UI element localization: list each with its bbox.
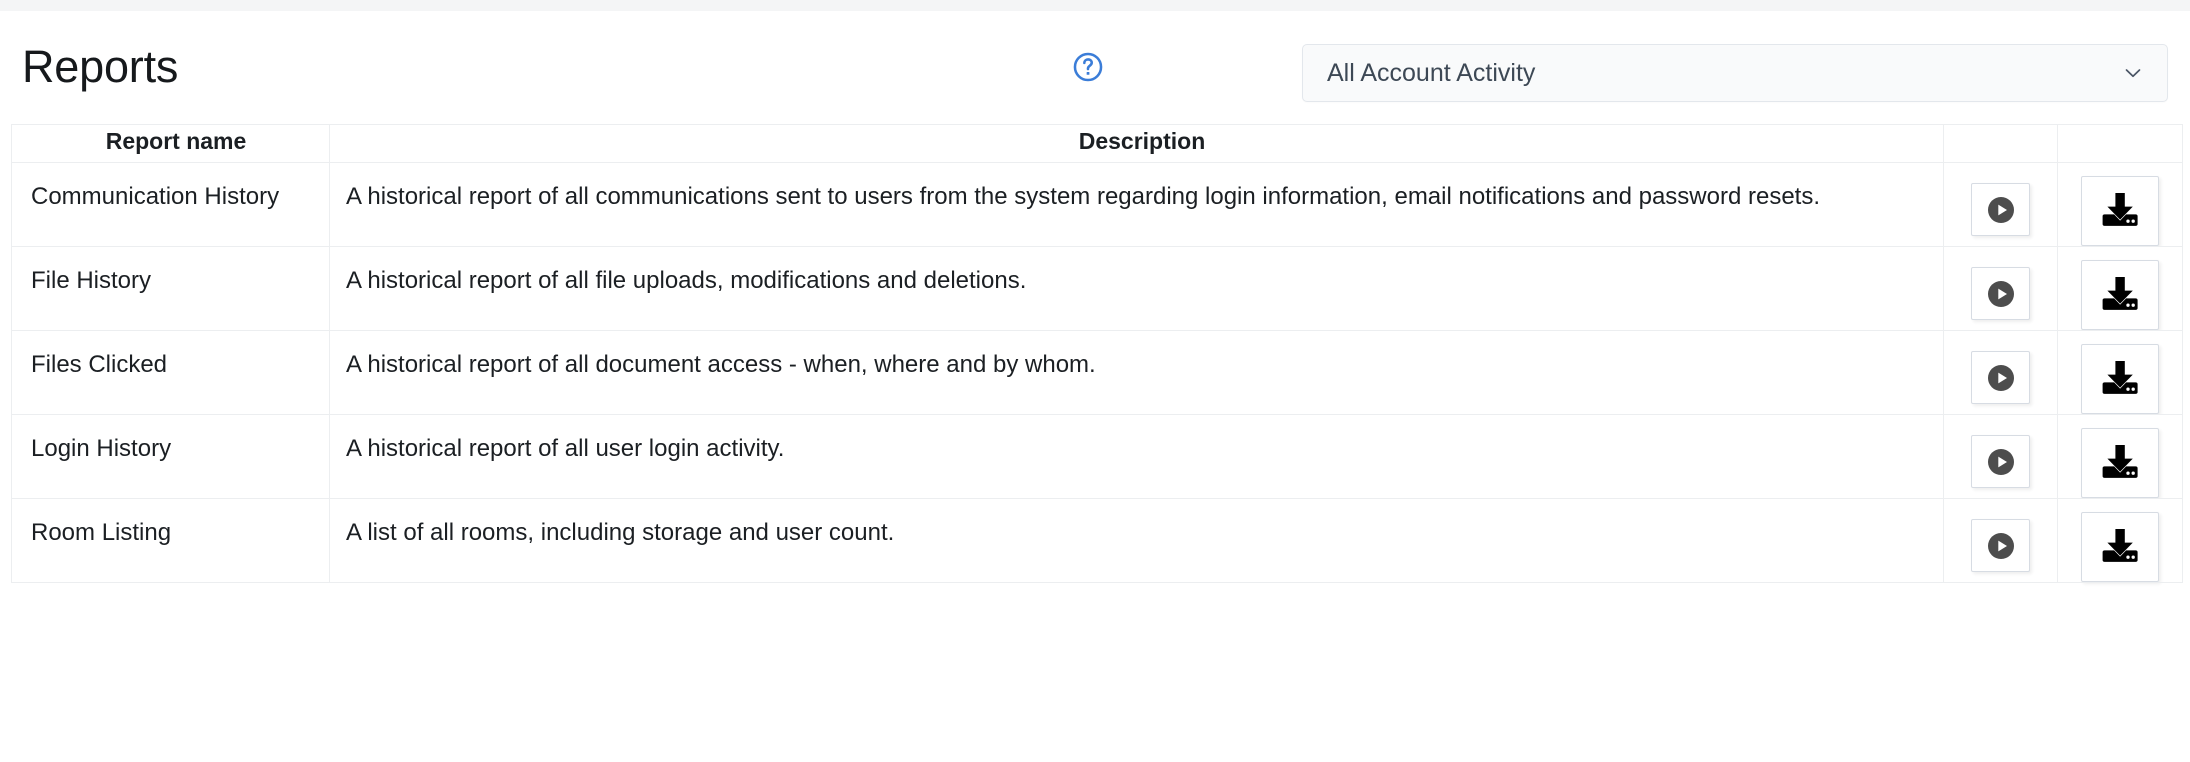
report-name-text: Login History xyxy=(31,435,172,462)
cell-download-action xyxy=(2057,414,2183,499)
report-description-text: A historical report of all user login ac… xyxy=(346,435,785,462)
play-circle-icon xyxy=(1985,194,2017,226)
download-tray-icon xyxy=(2097,274,2143,316)
table-header-row: Report name Description xyxy=(11,124,2183,163)
table-body: Communication History A historical repor… xyxy=(11,162,2183,583)
cell-run-action xyxy=(1943,162,2058,247)
run-report-button[interactable] xyxy=(1971,435,2030,488)
download-report-button[interactable] xyxy=(2081,176,2159,246)
cell-report-name: Login History xyxy=(11,414,330,499)
run-report-button[interactable] xyxy=(1971,519,2030,572)
column-header-report-name: Report name xyxy=(11,124,330,163)
cell-run-action xyxy=(1943,498,2058,583)
download-tray-icon xyxy=(2097,526,2143,568)
cell-report-name: Files Clicked xyxy=(11,330,330,415)
download-report-button[interactable] xyxy=(2081,344,2159,414)
run-report-button[interactable] xyxy=(1971,267,2030,320)
report-name-text: File History xyxy=(31,267,152,294)
cell-description: A list of all rooms, including storage a… xyxy=(329,498,1944,583)
table-row: Communication History A historical repor… xyxy=(11,162,2183,247)
table-header: Report name Description xyxy=(11,124,2183,163)
report-description-text: A historical report of all document acce… xyxy=(346,351,1096,378)
download-report-button[interactable] xyxy=(2081,512,2159,582)
help-circle-icon xyxy=(1071,50,1105,84)
cell-description: A historical report of all communication… xyxy=(329,162,1944,247)
cell-run-action xyxy=(1943,246,2058,331)
table-row: Room Listing A list of all rooms, includ… xyxy=(11,498,2183,583)
column-header-download xyxy=(2057,124,2183,163)
cell-run-action xyxy=(1943,414,2058,499)
cell-description: A historical report of all document acce… xyxy=(329,330,1944,415)
account-activity-select[interactable]: All Account Activity xyxy=(1302,44,2168,102)
cell-download-action xyxy=(2057,162,2183,247)
page-header: Reports All Account Activity xyxy=(0,11,2190,124)
cell-download-action xyxy=(2057,246,2183,331)
download-tray-icon xyxy=(2097,190,2143,232)
play-circle-icon xyxy=(1985,278,2017,310)
play-circle-icon xyxy=(1985,530,2017,562)
download-report-button[interactable] xyxy=(2081,428,2159,498)
table-row: Files Clicked A historical report of all… xyxy=(11,330,2183,415)
top-strip xyxy=(0,0,2190,11)
report-description-text: A historical report of all file uploads,… xyxy=(346,267,1027,294)
report-name-text: Room Listing xyxy=(31,519,172,546)
account-activity-selected-value: All Account Activity xyxy=(1327,58,1536,87)
cell-report-name: Room Listing xyxy=(11,498,330,583)
column-header-run xyxy=(1943,124,2058,163)
help-button[interactable] xyxy=(1069,48,1107,86)
play-circle-icon xyxy=(1985,446,2017,478)
cell-description: A historical report of all user login ac… xyxy=(329,414,1944,499)
cell-report-name: Communication History xyxy=(11,162,330,247)
download-report-button[interactable] xyxy=(2081,260,2159,330)
column-header-description: Description xyxy=(329,124,1944,163)
reports-table: Report name Description Communication Hi… xyxy=(11,124,2183,583)
page-title: Reports xyxy=(22,41,179,92)
report-name-text: Files Clicked xyxy=(31,351,168,378)
table-row: Login History A historical report of all… xyxy=(11,414,2183,499)
reports-page: Reports All Account Activity Report name… xyxy=(0,0,2190,762)
cell-run-action xyxy=(1943,330,2058,415)
cell-download-action xyxy=(2057,330,2183,415)
run-report-button[interactable] xyxy=(1971,183,2030,236)
report-description-text: A historical report of all communication… xyxy=(346,183,1821,210)
download-tray-icon xyxy=(2097,358,2143,400)
report-name-text: Communication History xyxy=(31,183,280,210)
cell-description: A historical report of all file uploads,… xyxy=(329,246,1944,331)
download-tray-icon xyxy=(2097,442,2143,484)
report-description-text: A list of all rooms, including storage a… xyxy=(346,519,895,546)
run-report-button[interactable] xyxy=(1971,351,2030,404)
table-row: File History A historical report of all … xyxy=(11,246,2183,331)
cell-download-action xyxy=(2057,498,2183,583)
cell-report-name: File History xyxy=(11,246,330,331)
play-circle-icon xyxy=(1985,362,2017,394)
chevron-down-icon xyxy=(2121,61,2145,85)
